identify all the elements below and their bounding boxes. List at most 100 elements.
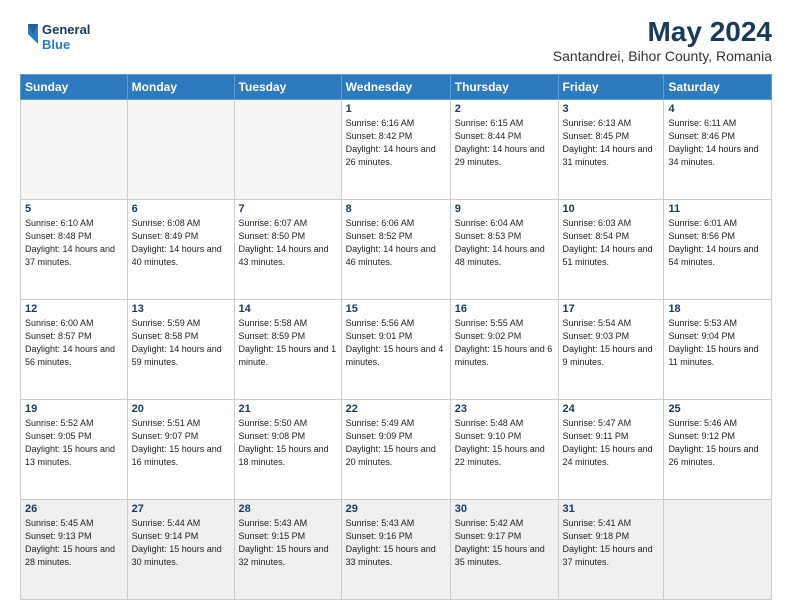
day-number: 5 (25, 203, 123, 215)
day-info: Sunrise: 5:43 AM Sunset: 9:15 PM Dayligh… (239, 517, 337, 569)
day-number: 13 (132, 303, 230, 315)
day-number: 1 (346, 103, 446, 115)
col-sunday: Sunday (21, 75, 128, 100)
day-number: 19 (25, 403, 123, 415)
table-row (664, 500, 772, 600)
table-row: 29 Sunrise: 5:43 AM Sunset: 9:16 PM Dayli… (341, 500, 450, 600)
day-info: Sunrise: 6:08 AM Sunset: 8:49 PM Dayligh… (132, 217, 230, 269)
day-number: 10 (563, 203, 660, 215)
calendar-week-row: 26 Sunrise: 5:45 AM Sunset: 9:13 PM Dayli… (21, 500, 772, 600)
day-number: 20 (132, 403, 230, 415)
table-row: 10 Sunrise: 6:03 AM Sunset: 8:54 PM Dayli… (558, 200, 664, 300)
day-info: Sunrise: 5:46 AM Sunset: 9:12 PM Dayligh… (668, 417, 767, 469)
table-row: 5 Sunrise: 6:10 AM Sunset: 8:48 PM Daylig… (21, 200, 128, 300)
table-row: 2Sunrise: 6:15 AM Sunset: 8:44 PM Daylig… (450, 100, 558, 200)
day-info: Sunrise: 5:45 AM Sunset: 9:13 PM Dayligh… (25, 517, 123, 569)
table-row (234, 100, 341, 200)
svg-text:Blue: Blue (42, 37, 70, 52)
day-info: Sunrise: 5:43 AM Sunset: 9:16 PM Dayligh… (346, 517, 446, 569)
day-number: 9 (455, 203, 554, 215)
table-row: 11 Sunrise: 6:01 AM Sunset: 8:56 PM Dayli… (664, 200, 772, 300)
title-area: May 2024 Santandrei, Bihor County, Roman… (553, 16, 772, 64)
day-info: Sunrise: 5:51 AM Sunset: 9:07 PM Dayligh… (132, 417, 230, 469)
day-info: Sunrise: 5:59 AM Sunset: 8:58 PM Dayligh… (132, 317, 230, 369)
day-info: Sunrise: 6:13 AM Sunset: 8:45 PM Dayligh… (563, 117, 660, 169)
day-number: 15 (346, 303, 446, 315)
day-info: Sunrise: 6:01 AM Sunset: 8:56 PM Dayligh… (668, 217, 767, 269)
day-info: Sunrise: 6:07 AM Sunset: 8:50 PM Dayligh… (239, 217, 337, 269)
day-number: 27 (132, 503, 230, 515)
table-row: 19 Sunrise: 5:52 AM Sunset: 9:05 PM Dayli… (21, 400, 128, 500)
svg-text:General: General (42, 22, 90, 37)
day-number: 16 (455, 303, 554, 315)
calendar-table: Sunday Monday Tuesday Wednesday Thursday… (20, 74, 772, 600)
table-row: 15 Sunrise: 5:56 AM Sunset: 9:01 PM Dayli… (341, 300, 450, 400)
day-number: 3 (563, 103, 660, 115)
table-row: 31Sunrise: 5:41 AM Sunset: 9:18 PM Dayli… (558, 500, 664, 600)
day-info: Sunrise: 5:55 AM Sunset: 9:02 PM Dayligh… (455, 317, 554, 369)
day-number: 30 (455, 503, 554, 515)
day-number: 26 (25, 503, 123, 515)
table-row: 23Sunrise: 5:48 AM Sunset: 9:10 PM Dayli… (450, 400, 558, 500)
col-saturday: Saturday (664, 75, 772, 100)
day-number: 29 (346, 503, 446, 515)
day-info: Sunrise: 5:52 AM Sunset: 9:05 PM Dayligh… (25, 417, 123, 469)
table-row: 16 Sunrise: 5:55 AM Sunset: 9:02 PM Dayli… (450, 300, 558, 400)
day-info: Sunrise: 5:48 AM Sunset: 9:10 PM Dayligh… (455, 417, 554, 469)
day-info: Sunrise: 6:03 AM Sunset: 8:54 PM Dayligh… (563, 217, 660, 269)
day-info: Sunrise: 5:58 AM Sunset: 8:59 PM Dayligh… (239, 317, 337, 369)
col-thursday: Thursday (450, 75, 558, 100)
day-info: Sunrise: 6:06 AM Sunset: 8:52 PM Dayligh… (346, 217, 446, 269)
table-row: 8 Sunrise: 6:06 AM Sunset: 8:52 PM Daylig… (341, 200, 450, 300)
day-number: 22 (346, 403, 446, 415)
day-info: Sunrise: 5:56 AM Sunset: 9:01 PM Dayligh… (346, 317, 446, 369)
logo-svg: General Blue (20, 16, 110, 61)
table-row: 27 Sunrise: 5:44 AM Sunset: 9:14 PM Dayli… (127, 500, 234, 600)
day-number: 11 (668, 203, 767, 215)
day-info: Sunrise: 5:44 AM Sunset: 9:14 PM Dayligh… (132, 517, 230, 569)
table-row: 21 Sunrise: 5:50 AM Sunset: 9:08 PM Dayli… (234, 400, 341, 500)
day-number: 2 (455, 103, 554, 115)
day-number: 31 (563, 503, 660, 515)
table-row: 24Sunrise: 5:47 AM Sunset: 9:11 PM Dayli… (558, 400, 664, 500)
col-wednesday: Wednesday (341, 75, 450, 100)
table-row: 26 Sunrise: 5:45 AM Sunset: 9:13 PM Dayli… (21, 500, 128, 600)
table-row (127, 100, 234, 200)
location: Santandrei, Bihor County, Romania (553, 48, 772, 64)
table-row: 9 Sunrise: 6:04 AM Sunset: 8:53 PM Daylig… (450, 200, 558, 300)
day-info: Sunrise: 6:16 AM Sunset: 8:42 PM Dayligh… (346, 117, 446, 169)
day-number: 18 (668, 303, 767, 315)
table-row (21, 100, 128, 200)
calendar-week-row: 5 Sunrise: 6:10 AM Sunset: 8:48 PM Daylig… (21, 200, 772, 300)
table-row: 22 Sunrise: 5:49 AM Sunset: 9:09 PM Dayli… (341, 400, 450, 500)
day-info: Sunrise: 5:47 AM Sunset: 9:11 PM Dayligh… (563, 417, 660, 469)
day-number: 7 (239, 203, 337, 215)
col-tuesday: Tuesday (234, 75, 341, 100)
table-row: 14Sunrise: 5:58 AM Sunset: 8:59 PM Dayli… (234, 300, 341, 400)
day-number: 21 (239, 403, 337, 415)
table-row: 20 Sunrise: 5:51 AM Sunset: 9:07 PM Dayli… (127, 400, 234, 500)
calendar-week-row: 19 Sunrise: 5:52 AM Sunset: 9:05 PM Dayli… (21, 400, 772, 500)
col-monday: Monday (127, 75, 234, 100)
table-row: 7 Sunrise: 6:07 AM Sunset: 8:50 PM Daylig… (234, 200, 341, 300)
table-row: 17 Sunrise: 5:54 AM Sunset: 9:03 PM Dayli… (558, 300, 664, 400)
logo-area: General Blue (20, 16, 110, 61)
day-info: Sunrise: 5:54 AM Sunset: 9:03 PM Dayligh… (563, 317, 660, 369)
day-info: Sunrise: 6:10 AM Sunset: 8:48 PM Dayligh… (25, 217, 123, 269)
day-number: 17 (563, 303, 660, 315)
day-info: Sunrise: 5:50 AM Sunset: 9:08 PM Dayligh… (239, 417, 337, 469)
table-row: 12Sunrise: 6:00 AM Sunset: 8:57 PM Dayli… (21, 300, 128, 400)
day-info: Sunrise: 5:53 AM Sunset: 9:04 PM Dayligh… (668, 317, 767, 369)
day-number: 25 (668, 403, 767, 415)
calendar-header-row: Sunday Monday Tuesday Wednesday Thursday… (21, 75, 772, 100)
day-info: Sunrise: 6:11 AM Sunset: 8:46 PM Dayligh… (668, 117, 767, 169)
day-info: Sunrise: 6:04 AM Sunset: 8:53 PM Dayligh… (455, 217, 554, 269)
page: General Blue May 2024 Santandrei, Bihor … (0, 0, 792, 612)
day-number: 28 (239, 503, 337, 515)
table-row: 28 Sunrise: 5:43 AM Sunset: 9:15 PM Dayli… (234, 500, 341, 600)
table-row: 25 Sunrise: 5:46 AM Sunset: 9:12 PM Dayli… (664, 400, 772, 500)
day-number: 8 (346, 203, 446, 215)
day-info: Sunrise: 5:49 AM Sunset: 9:09 PM Dayligh… (346, 417, 446, 469)
table-row: 18 Sunrise: 5:53 AM Sunset: 9:04 PM Dayli… (664, 300, 772, 400)
header: General Blue May 2024 Santandrei, Bihor … (20, 16, 772, 64)
